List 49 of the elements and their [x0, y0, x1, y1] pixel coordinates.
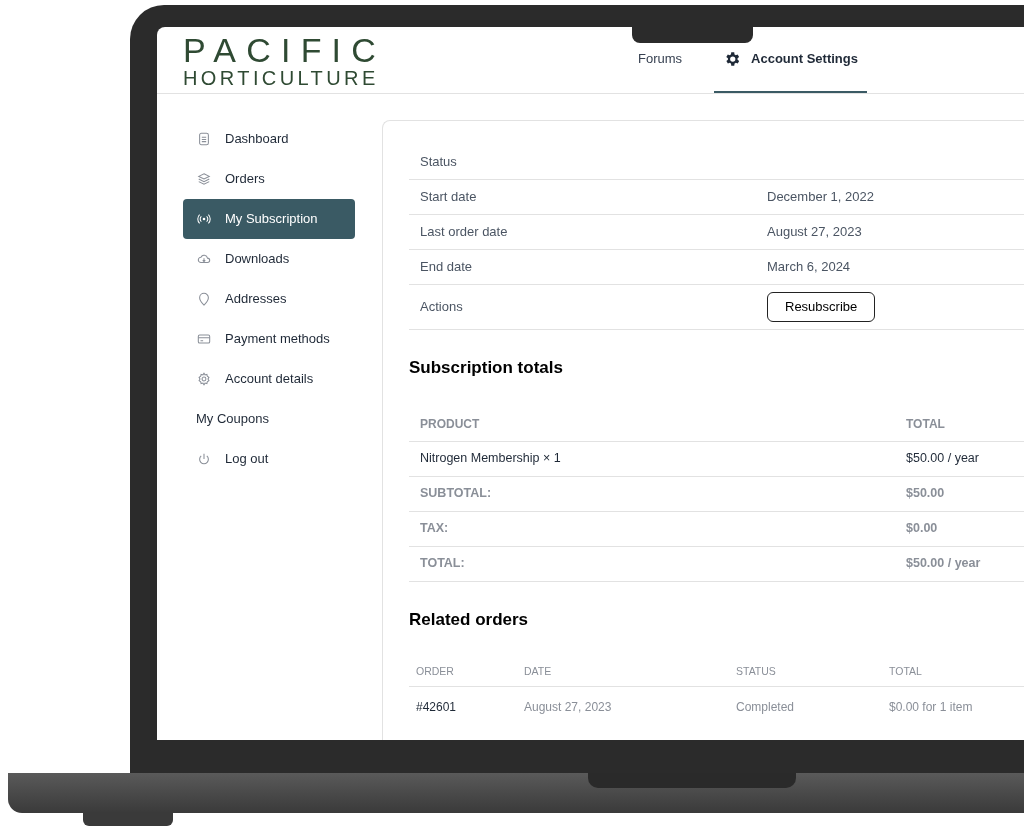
sidebar-item[interactable]: Orders [183, 159, 355, 199]
table-cell: TOTAL: [420, 556, 465, 571]
sidebar-item[interactable]: Log out [183, 439, 355, 479]
logo-wordmark: HORTICULTURE [183, 67, 380, 89]
credit-card-icon [197, 332, 211, 346]
table-cell: Nitrogen Membership × 1 [420, 451, 561, 466]
row-value: August 27, 2023 [767, 223, 862, 242]
table-cell-text: $50.00 / year [906, 450, 979, 468]
row-label: Actions [420, 299, 463, 315]
table-cell-text: $50.00 [906, 485, 945, 503]
sidebar-item[interactable]: Payment methods [183, 319, 355, 359]
column-header: ORDER [416, 664, 454, 677]
row-label: Start date [420, 189, 477, 205]
nav-tab[interactable]: Forums [638, 49, 683, 71]
sidebar-item[interactable]: Account details [183, 359, 355, 399]
section-heading: Subscription totals [409, 357, 564, 379]
sidebar-item[interactable]: Downloads [183, 239, 355, 279]
row-label: Last order date [420, 224, 508, 240]
cloud-download-icon [197, 252, 211, 266]
table-cell: TAX: [420, 521, 449, 536]
sidebar-item[interactable]: My Coupons [183, 399, 355, 439]
table-cell-text: $50.00 / year [906, 555, 981, 573]
table-cell: SUBTOTAL: [420, 486, 492, 501]
layers-icon [197, 172, 211, 186]
row-value: December 1, 2022 [767, 188, 874, 207]
table-cell-text: $0.00 [906, 520, 938, 538]
table-cell: $0.00 for 1 item [889, 700, 973, 714]
gear-icon [197, 372, 211, 386]
resubscribe-button[interactable]: Resubscribe [767, 292, 876, 322]
column-header: TOTAL [906, 416, 945, 431]
row-value: March 6, 2024 [767, 258, 851, 277]
row-label: Status [420, 154, 457, 170]
column-header: STATUS [736, 664, 776, 677]
logo-wordmark: PACIFIC [183, 33, 387, 67]
sidebar-item[interactable]: Dashboard [183, 119, 355, 159]
sidebar-item[interactable]: Addresses [183, 279, 355, 319]
table-cell: Completed [736, 700, 795, 714]
row-label: End date [420, 259, 473, 275]
document-icon [197, 132, 211, 146]
location-pin-icon [197, 292, 211, 306]
broadcast-icon [197, 212, 211, 226]
table-cell: August 27, 2023 [524, 700, 612, 714]
column-header: DATE [524, 664, 552, 677]
section-heading: Related orders [409, 608, 530, 631]
order-link[interactable]: #42601 [416, 700, 457, 714]
sidebar-item[interactable]: My Subscription [183, 199, 355, 239]
column-header: TOTAL [889, 664, 922, 677]
column-header: PRODUCT [420, 416, 480, 431]
power-icon [197, 452, 211, 466]
